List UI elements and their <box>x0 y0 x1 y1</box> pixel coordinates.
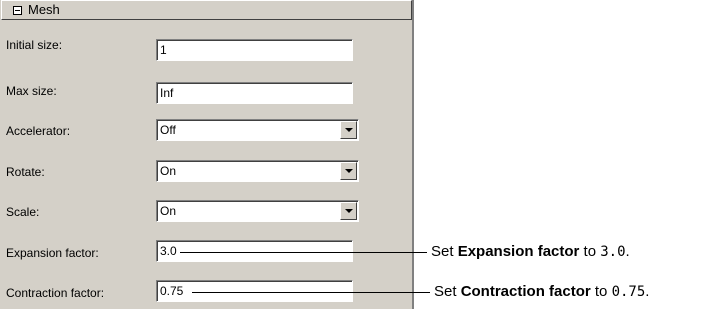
chevron-down-icon[interactable] <box>340 162 357 180</box>
contraction-callout: Set Contraction factor to 0.75. <box>434 283 649 301</box>
rotate-select[interactable]: On <box>156 160 359 182</box>
collapse-minus-icon[interactable] <box>13 6 22 15</box>
expansion-callout-line <box>180 252 427 253</box>
callout-bold: Contraction factor <box>460 283 591 300</box>
contraction-factor-value: 0.75 <box>160 284 184 298</box>
callout-mid: to <box>590 283 612 300</box>
accelerator-value: Off <box>160 123 176 137</box>
mesh-properties-panel: Mesh Initial size: 1 Max size: Inf Accel… <box>0 0 414 309</box>
contraction-callout-line <box>192 292 430 293</box>
expansion-callout: Set Expansion factor to 3.0. <box>431 243 630 261</box>
callout-suffix: . <box>625 243 630 260</box>
initial-size-label: Initial size: <box>6 38 63 52</box>
max-size-value: Inf <box>160 86 174 100</box>
accelerator-select[interactable]: Off <box>156 119 359 141</box>
expansion-factor-value: 3.0 <box>160 244 177 258</box>
contraction-factor-input[interactable]: 0.75 <box>156 280 353 302</box>
callout-mid: to <box>579 243 601 260</box>
contraction-factor-label: Contraction factor: <box>6 286 105 300</box>
initial-size-value: 1 <box>160 43 167 57</box>
accelerator-label: Accelerator: <box>6 124 71 138</box>
callout-prefix: Set <box>434 283 461 300</box>
initial-size-input[interactable]: 1 <box>156 39 353 61</box>
scale-select[interactable]: On <box>156 200 359 222</box>
max-size-input[interactable]: Inf <box>156 82 353 104</box>
expansion-factor-label: Expansion factor: <box>6 246 99 260</box>
callout-code: 3.0 <box>600 244 626 260</box>
max-size-label: Max size: <box>6 84 57 98</box>
mesh-section-header[interactable]: Mesh <box>1 0 412 20</box>
rotate-label: Rotate: <box>6 165 45 179</box>
scale-label: Scale: <box>6 205 40 219</box>
rotate-value: On <box>160 164 177 178</box>
chevron-down-icon[interactable] <box>340 121 357 139</box>
callout-prefix: Set <box>431 243 458 260</box>
callout-bold: Expansion factor <box>457 243 580 260</box>
chevron-down-icon[interactable] <box>340 202 357 220</box>
section-title: Mesh <box>28 2 60 17</box>
callout-code: 0.75 <box>611 284 646 300</box>
scale-value: On <box>160 204 177 218</box>
callout-suffix: . <box>645 283 650 300</box>
expansion-factor-input[interactable]: 3.0 <box>156 240 353 262</box>
